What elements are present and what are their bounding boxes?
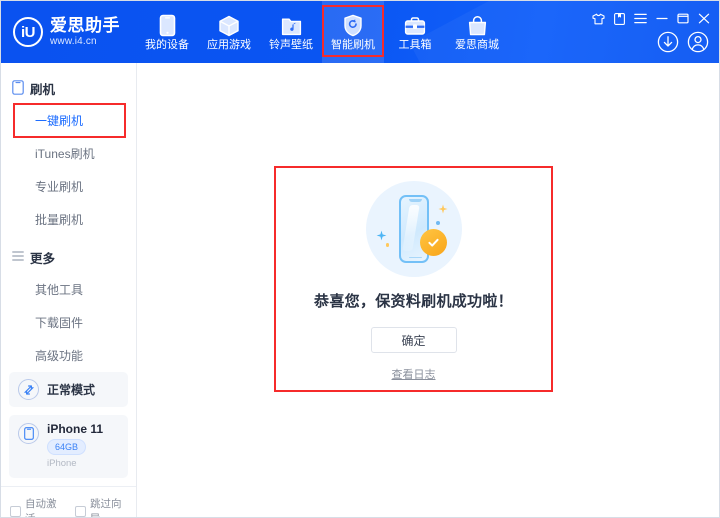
nav-item-toolbox[interactable]: 工具箱: [384, 1, 446, 63]
sparkle-icon: [376, 228, 387, 246]
sidebar-item-label: 一键刷机: [35, 114, 84, 128]
checkbox-label: 自动激活: [25, 498, 57, 517]
nav-label: 我的设备: [145, 39, 189, 51]
mode-card[interactable]: 正常模式: [9, 372, 128, 407]
nav-item-apps-games[interactable]: 应用游戏: [198, 1, 260, 63]
sparkle-icon: [438, 201, 448, 219]
nav-item-ringtone-wallpaper[interactable]: 铃声壁纸: [260, 1, 322, 63]
shopping-bag-icon: [467, 13, 488, 37]
user-account-icon[interactable]: [687, 31, 709, 58]
sidebar-nav: 刷机 一键刷机 iTunes刷机 专业刷机 批量刷机 更多 其他工具 下载固件 …: [1, 63, 136, 372]
sidebar-group-flash: 刷机: [1, 73, 136, 104]
nav-label: 应用游戏: [207, 39, 251, 51]
sidebar-cards: 正常模式 iPhone 11 64GB iPhone: [1, 372, 136, 486]
success-message: 恭喜您，保资料刷机成功啦！: [314, 293, 513, 310]
sidebar-item-label: 其他工具: [35, 283, 84, 297]
minimize-icon[interactable]: [656, 13, 668, 24]
menu-hamburger-icon[interactable]: [634, 13, 647, 24]
theme-shirt-icon[interactable]: [592, 13, 605, 25]
toolbox-icon: [404, 13, 426, 37]
sidebar-item-itunes-flash[interactable]: iTunes刷机: [1, 137, 136, 170]
list-lines-icon: [12, 250, 24, 265]
app-body: 刷机 一键刷机 iTunes刷机 专业刷机 批量刷机 更多 其他工具 下载固件 …: [1, 63, 719, 517]
dot-decoration-icon: [435, 221, 440, 225]
mode-arrows-icon: [18, 379, 39, 400]
nav-item-my-device[interactable]: 我的设备: [136, 1, 198, 63]
main-nav: 我的设备 应用游戏 铃声壁纸 智能刷机 工具箱 爱思商城: [136, 1, 508, 63]
phone-screen-gloss: [401, 205, 420, 251]
sidebar-item-label: 专业刷机: [35, 180, 84, 194]
device-type: iPhone: [47, 457, 77, 469]
device-info: iPhone 11 64GB iPhone: [47, 422, 104, 469]
cube-box-icon: [218, 13, 240, 37]
sidebar-item-other-tools[interactable]: 其他工具: [1, 273, 136, 306]
device-name: iPhone 11: [47, 422, 104, 436]
logo-text: 爱思助手 www.i4.cn: [50, 16, 120, 49]
checkbox-label: 跳过向导: [90, 498, 122, 517]
sidebar-item-batch-flash[interactable]: 批量刷机: [1, 203, 136, 236]
note-bookmark-icon[interactable]: [614, 12, 625, 25]
download-arrow-icon[interactable]: [657, 31, 679, 58]
sidebar-group-title: 刷机: [30, 83, 56, 97]
sidebar-item-one-click-flash[interactable]: 一键刷机: [1, 103, 136, 138]
maximize-icon[interactable]: [677, 13, 689, 24]
window-controls: [589, 1, 719, 63]
nav-item-store[interactable]: 爱思商城: [446, 1, 508, 63]
checkbox-auto-activate[interactable]: 自动激活: [10, 496, 65, 517]
sidebar-group-more: 更多: [1, 242, 136, 273]
logo-title: 爱思助手: [50, 15, 120, 35]
device-card[interactable]: iPhone 11 64GB iPhone: [9, 415, 128, 479]
confirm-button[interactable]: 确定: [370, 327, 457, 353]
phone-outline-icon: [12, 79, 24, 98]
dot-decoration-icon: [385, 243, 389, 247]
sidebar-options: 自动激活 跳过向导: [1, 486, 136, 517]
sidebar-item-pro-flash[interactable]: 专业刷机: [1, 170, 136, 203]
view-log-link[interactable]: 查看日志: [392, 366, 436, 382]
app-window: iU 爱思助手 www.i4.cn 我的设备 应用游戏 铃声壁纸 智能刷机 工具…: [0, 0, 720, 518]
nav-item-smart-flash[interactable]: 智能刷机: [322, 1, 384, 63]
sidebar-item-download-firmware[interactable]: 下载固件: [1, 306, 136, 339]
nav-label: 爱思商城: [455, 39, 499, 51]
app-header: iU 爱思助手 www.i4.cn 我的设备 应用游戏 铃声壁纸 智能刷机 工具…: [1, 1, 719, 63]
logo-url: www.i4.cn: [50, 36, 97, 48]
phone-success-illustration: [365, 181, 462, 277]
main-content: 恭喜您，保资料刷机成功啦！ 确定 查看日志: [137, 63, 719, 517]
sidebar-item-label: iTunes刷机: [35, 147, 95, 161]
nav-label: 智能刷机: [331, 39, 375, 51]
sidebar: 刷机 一键刷机 iTunes刷机 专业刷机 批量刷机 更多 其他工具 下载固件 …: [1, 63, 137, 517]
checkbox-box[interactable]: [10, 505, 21, 517]
nav-label: 铃声壁纸: [269, 39, 313, 51]
success-dialog: 恭喜您，保资料刷机成功啦！ 确定 查看日志: [274, 166, 553, 392]
app-logo[interactable]: iU 爱思助手 www.i4.cn: [1, 1, 130, 63]
music-folder-icon: [281, 13, 302, 37]
mode-card-label: 正常模式: [47, 383, 96, 397]
sidebar-item-advanced[interactable]: 高级功能: [1, 339, 136, 372]
sidebar-group-title: 更多: [30, 252, 56, 266]
checkbox-box[interactable]: [75, 505, 86, 517]
window-controls-row: [589, 1, 719, 27]
header-round-buttons: [589, 27, 719, 58]
device-phone-icon: [18, 423, 39, 444]
sidebar-item-label: 高级功能: [35, 349, 84, 363]
close-icon[interactable]: [698, 13, 710, 24]
nav-label: 工具箱: [398, 39, 432, 51]
sidebar-item-label: 下载固件: [35, 316, 84, 330]
device-capacity-badge: 64GB: [47, 439, 87, 455]
sidebar-item-label: 批量刷机: [35, 213, 84, 227]
success-check-icon: [419, 229, 447, 256]
i4-logo-icon: iU: [13, 17, 43, 47]
checkbox-skip-wizard[interactable]: 跳过向导: [75, 496, 130, 517]
shield-refresh-icon: [343, 13, 363, 37]
device-phone-icon: [159, 13, 176, 37]
